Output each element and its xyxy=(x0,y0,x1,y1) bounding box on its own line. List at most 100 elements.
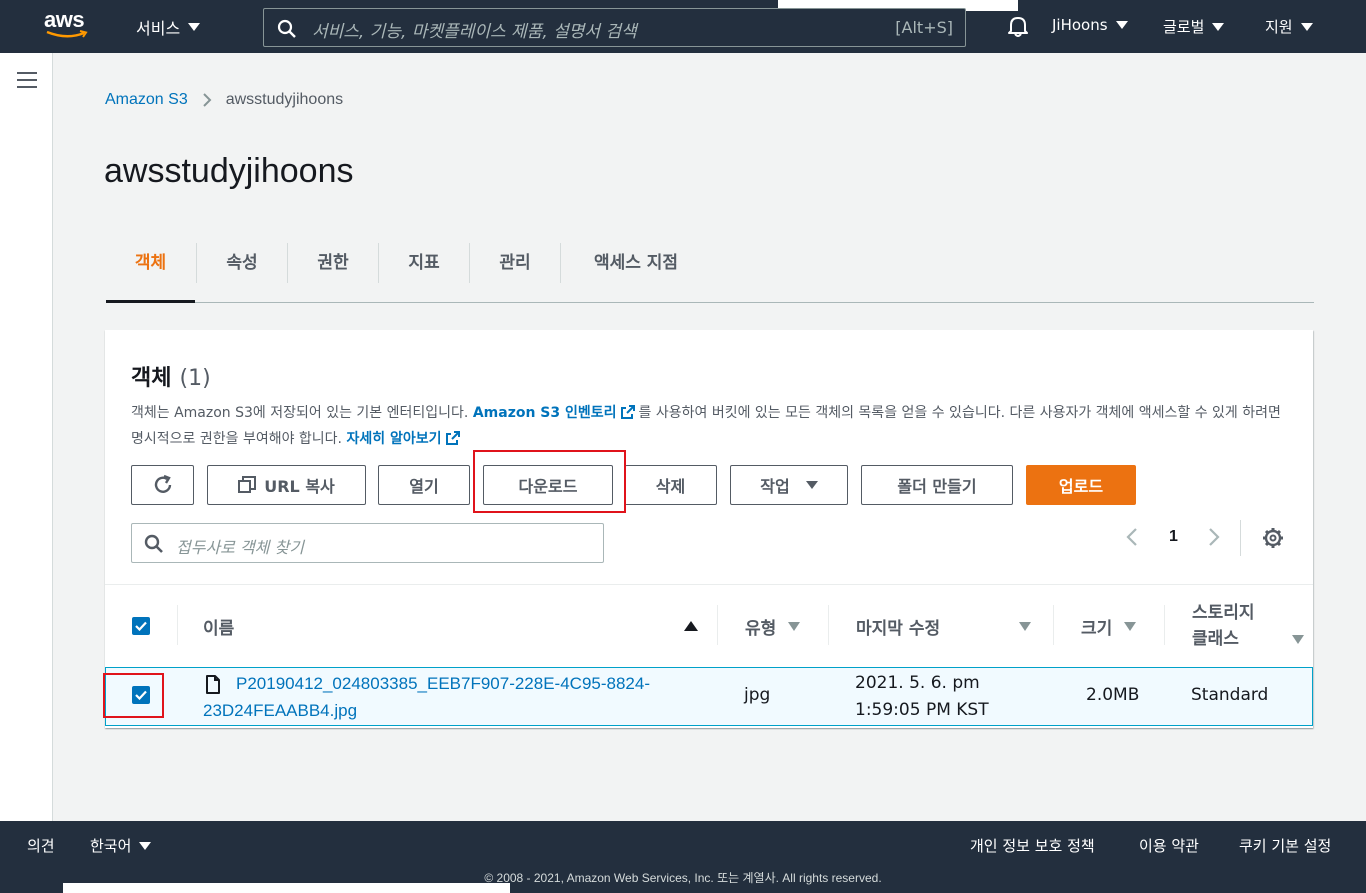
column-type-label: 유형 xyxy=(745,618,777,639)
copy-icon xyxy=(238,476,257,493)
storage-class-line2: 클래스 xyxy=(1192,629,1239,649)
column-divider xyxy=(717,605,718,645)
column-size[interactable]: 크기 xyxy=(1081,585,1156,667)
upload-button[interactable]: 업로드 xyxy=(1026,465,1136,505)
objects-title-label: 객체 xyxy=(131,366,172,391)
feedback-link[interactable]: 의견 xyxy=(27,835,55,856)
open-label: 열기 xyxy=(409,477,439,496)
user-label: JiHoons xyxy=(1052,16,1108,34)
aws-smile-icon xyxy=(46,30,88,38)
external-link-icon xyxy=(445,431,460,445)
previous-page-icon[interactable] xyxy=(1125,526,1139,548)
object-filter-input[interactable]: 접두사로 객체 찾기 xyxy=(131,523,604,563)
search-placeholder: 서비스, 기능, 마켓플레이스 제품, 설명서 검색 xyxy=(312,22,637,42)
open-button[interactable]: 열기 xyxy=(378,465,470,505)
refresh-icon xyxy=(154,474,171,493)
terms-link[interactable]: 이용 약관 xyxy=(1139,835,1199,856)
top-navigation: aws 서비스 서비스, 기능, 마켓플레이스 제품, 설명서 검색 [Alt+… xyxy=(0,0,1366,53)
objects-panel: 객체 (1) 객체는 Amazon S3에 저장되어 있는 기본 엔터티입니다. … xyxy=(103,330,1313,728)
object-type: jpg xyxy=(744,685,771,705)
tab-management[interactable]: 관리 xyxy=(470,243,560,302)
sort-icon xyxy=(788,621,801,631)
support-menu[interactable]: 지원 xyxy=(1265,16,1313,37)
objects-count: (1) xyxy=(179,366,211,391)
caret-down-icon xyxy=(1212,22,1225,31)
actions-label: 작업 xyxy=(760,477,790,496)
object-name-link[interactable]: P20190412_024803385_EEB7F907-228E-4C95-8… xyxy=(203,670,650,724)
delete-button[interactable]: 삭제 xyxy=(625,465,717,505)
object-storage-class: Standard xyxy=(1191,685,1269,705)
hamburger-menu-icon[interactable] xyxy=(17,72,37,93)
object-last-modified: 2021. 5. 6. pm 1:59:05 PM KST xyxy=(855,670,989,724)
column-type[interactable]: 유형 xyxy=(745,585,817,667)
objects-description: 객체는 Amazon S3에 저장되어 있는 기본 엔터티입니다. Amazon… xyxy=(131,400,1281,452)
modified-line2: 1:59:05 PM KST xyxy=(855,700,989,720)
checkbox-highlight-box xyxy=(103,673,164,718)
cookie-preferences-link[interactable]: 쿠키 기본 설정 xyxy=(1239,835,1331,856)
copy-url-button[interactable]: URL 복사 xyxy=(207,465,366,505)
services-menu[interactable]: 서비스 xyxy=(136,15,201,39)
tab-bar: 객체 속성 권한 지표 관리 액세스 지점 xyxy=(106,243,1314,303)
column-divider xyxy=(1164,605,1165,645)
next-page-icon[interactable] xyxy=(1207,526,1221,548)
sort-icon xyxy=(1124,621,1137,631)
column-name[interactable]: 이름 xyxy=(203,585,698,667)
language-label: 한국어 xyxy=(90,837,132,855)
aws-logo[interactable]: aws xyxy=(44,7,96,42)
search-icon xyxy=(277,19,296,38)
desc-part1: 객체는 Amazon S3에 저장되어 있는 기본 엔터티입니다. xyxy=(131,405,473,421)
tab-access-points[interactable]: 액세스 지점 xyxy=(561,243,711,302)
storage-class-line1: 스토리지 xyxy=(1192,603,1255,623)
refresh-button[interactable] xyxy=(131,465,194,505)
region-label: 글로벌 xyxy=(1163,18,1205,36)
breadcrumb-current: awsstudyjihoons xyxy=(225,91,344,108)
learn-more-link[interactable]: 자세히 알아보기 xyxy=(346,431,441,447)
tab-permissions[interactable]: 권한 xyxy=(288,243,378,302)
chevron-right-icon xyxy=(203,93,212,107)
overlay-strip xyxy=(63,883,510,893)
caret-down-icon xyxy=(1115,21,1128,29)
language-selector[interactable]: 한국어 xyxy=(90,835,152,856)
sort-icon xyxy=(1292,634,1304,644)
privacy-link[interactable]: 개인 정보 보호 정책 xyxy=(970,835,1095,856)
gear-icon[interactable] xyxy=(1261,526,1285,550)
actions-dropdown-button[interactable]: 작업 xyxy=(730,465,848,505)
breadcrumb-amazon-s3[interactable]: Amazon S3 xyxy=(105,91,188,109)
aws-logo-text: aws xyxy=(44,7,85,32)
tab-objects[interactable]: 객체 xyxy=(106,243,195,303)
column-divider xyxy=(177,605,178,645)
column-last-modified[interactable]: 마지막 수정 xyxy=(856,585,1031,667)
table-row[interactable]: P20190412_024803385_EEB7F907-228E-4C95-8… xyxy=(105,667,1313,726)
sort-ascending-icon xyxy=(684,621,698,631)
create-folder-button[interactable]: 폴더 만들기 xyxy=(861,465,1013,505)
column-last-modified-label: 마지막 수정 xyxy=(856,618,941,639)
copy-url-label: URL 복사 xyxy=(264,477,335,496)
caret-down-icon xyxy=(139,841,152,850)
select-all-checkbox[interactable] xyxy=(132,617,150,635)
objects-title: 객체 (1) xyxy=(131,360,211,392)
services-label: 서비스 xyxy=(136,19,181,38)
caret-down-icon xyxy=(188,23,201,31)
object-name-line1: P20190412_024803385_EEB7F907-228E-4C95-8… xyxy=(236,674,651,693)
user-menu[interactable]: JiHoons xyxy=(1052,16,1128,34)
modified-line1: 2021. 5. 6. pm xyxy=(855,673,980,693)
s3-inventory-link[interactable]: Amazon S3 인벤토리 xyxy=(473,405,617,421)
object-name-line2: 23D24FEAABB4.jpg xyxy=(203,701,358,720)
breadcrumb: Amazon S3 awsstudyjihoons xyxy=(105,91,343,109)
create-folder-label: 폴더 만들기 xyxy=(897,477,977,496)
page-number[interactable]: 1 xyxy=(1169,528,1178,546)
column-name-label: 이름 xyxy=(203,618,235,639)
caret-down-icon xyxy=(1300,22,1313,31)
check-icon xyxy=(135,621,147,631)
tab-properties[interactable]: 속성 xyxy=(197,243,287,302)
region-menu[interactable]: 글로벌 xyxy=(1163,16,1225,37)
delete-label: 삭제 xyxy=(655,477,686,496)
table-header: 이름 유형 마지막 수정 크기 스토리지 클래스 xyxy=(105,584,1313,666)
bell-icon[interactable] xyxy=(1007,14,1029,38)
caret-down-icon xyxy=(805,481,818,489)
tab-metrics[interactable]: 지표 xyxy=(379,243,469,302)
filter-placeholder: 접두사로 객체 찾기 xyxy=(176,538,304,557)
download-highlight-box xyxy=(473,450,626,513)
column-storage-class[interactable]: 스토리지 클래스 xyxy=(1192,585,1304,667)
global-search-input[interactable]: 서비스, 기능, 마켓플레이스 제품, 설명서 검색 [Alt+S] xyxy=(263,8,966,47)
